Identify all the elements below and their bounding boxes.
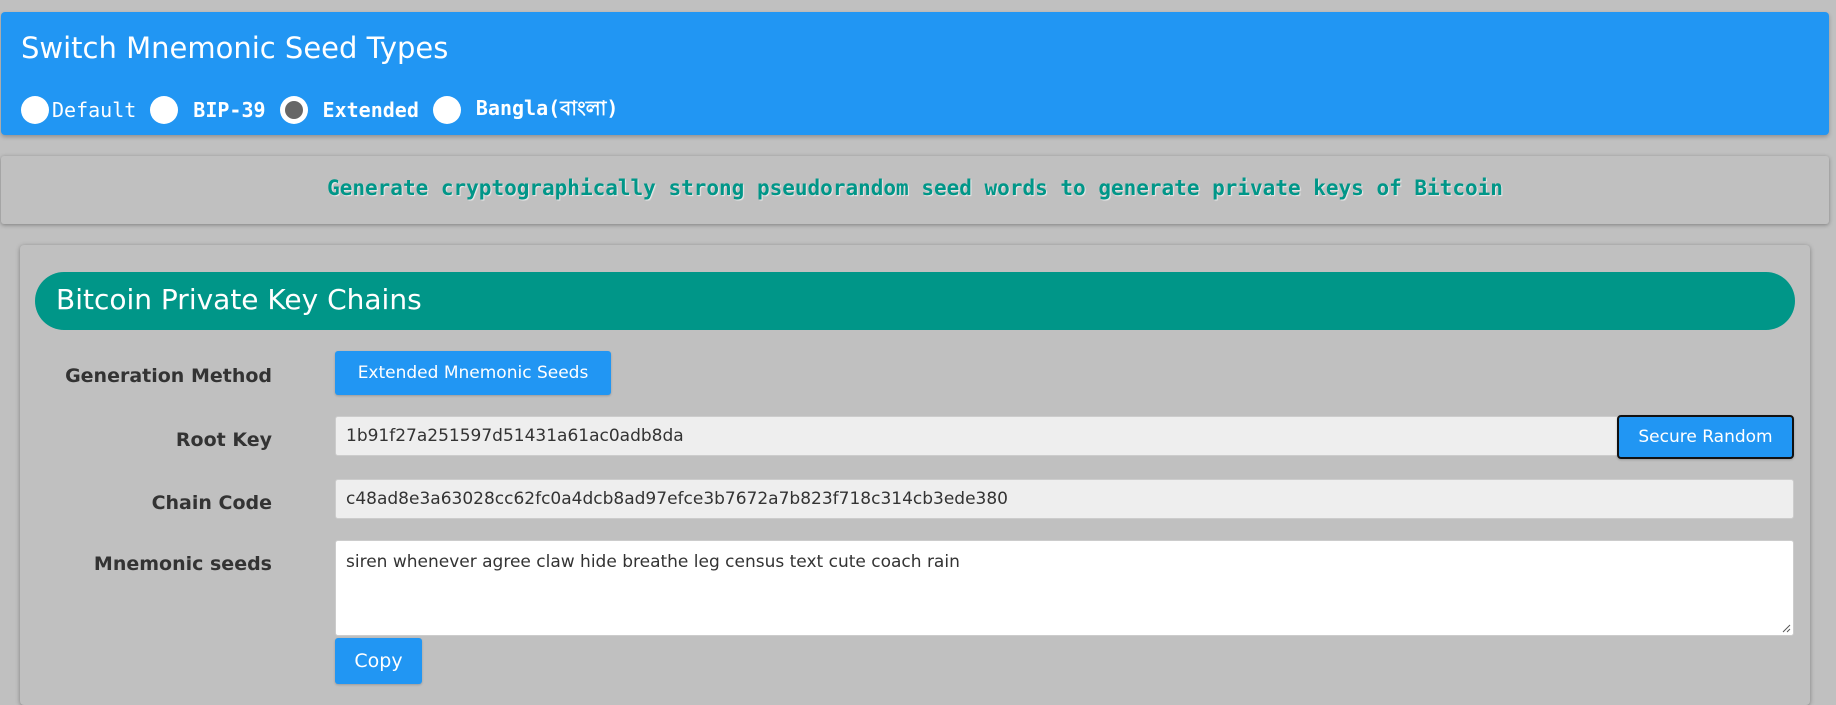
seed-option-label-default: Default [52, 98, 137, 122]
mnemonic-seeds-text: siren whenever agree claw hide breathe l… [346, 552, 960, 572]
chain-code-label: Chain Code [151, 492, 272, 514]
radio-bangla[interactable] [432, 96, 461, 124]
mnemonic-seeds-label: Mnemonic seeds [93, 553, 272, 575]
radio-extended[interactable] [279, 96, 308, 124]
generation-method-label: Generation Method [65, 365, 272, 387]
root-key-field[interactable]: 1b91f27a251597d51431a61ac0adb8da [335, 416, 1639, 456]
copy-button[interactable]: Copy [335, 638, 422, 684]
mnemonic-seeds-textarea[interactable]: siren whenever agree claw hide breathe l… [335, 540, 1794, 636]
chain-code-field[interactable]: c48ad8e3a63028cc62fc0a4dcb8ad97efce3b767… [335, 479, 1794, 519]
seed-switch-title: Switch Mnemonic Seed Types [21, 31, 449, 65]
seed-type-switcher: Switch Mnemonic Seed Types Default BIP-3… [1, 12, 1829, 135]
secure-random-button[interactable]: Secure Random [1617, 415, 1794, 459]
root-key-label: Root Key [175, 429, 272, 451]
tagline-text: Generate cryptographically strong pseudo… [327, 176, 1503, 200]
resize-handle-icon[interactable] [1781, 623, 1791, 633]
radio-default[interactable] [21, 96, 49, 124]
seed-option-default[interactable]: Default [21, 96, 136, 124]
seed-option-label-bip39: BIP-39 [193, 98, 266, 122]
seed-option-bangla[interactable]: Bangla(বাংলা) [432, 94, 619, 127]
tagline-banner: Generate cryptographically strong pseudo… [1, 156, 1829, 224]
seed-type-radio-group: Default BIP-39 Extended Bangla(বাংলা) [21, 94, 632, 126]
seed-option-label-extended: Extended [322, 98, 419, 122]
seed-option-extended[interactable]: Extended [279, 96, 419, 124]
generation-method-button[interactable]: Extended Mnemonic Seeds [335, 351, 611, 395]
seed-option-label-bangla: Bangla(বাংলা) [475, 95, 619, 120]
panel-header: Bitcoin Private Key Chains [35, 272, 1795, 330]
radio-bip39[interactable] [150, 96, 179, 124]
panel-title: Bitcoin Private Key Chains [56, 283, 422, 316]
key-chains-panel: Bitcoin Private Key Chains Generation Me… [20, 245, 1810, 705]
seed-option-bip39[interactable]: BIP-39 [150, 96, 266, 124]
